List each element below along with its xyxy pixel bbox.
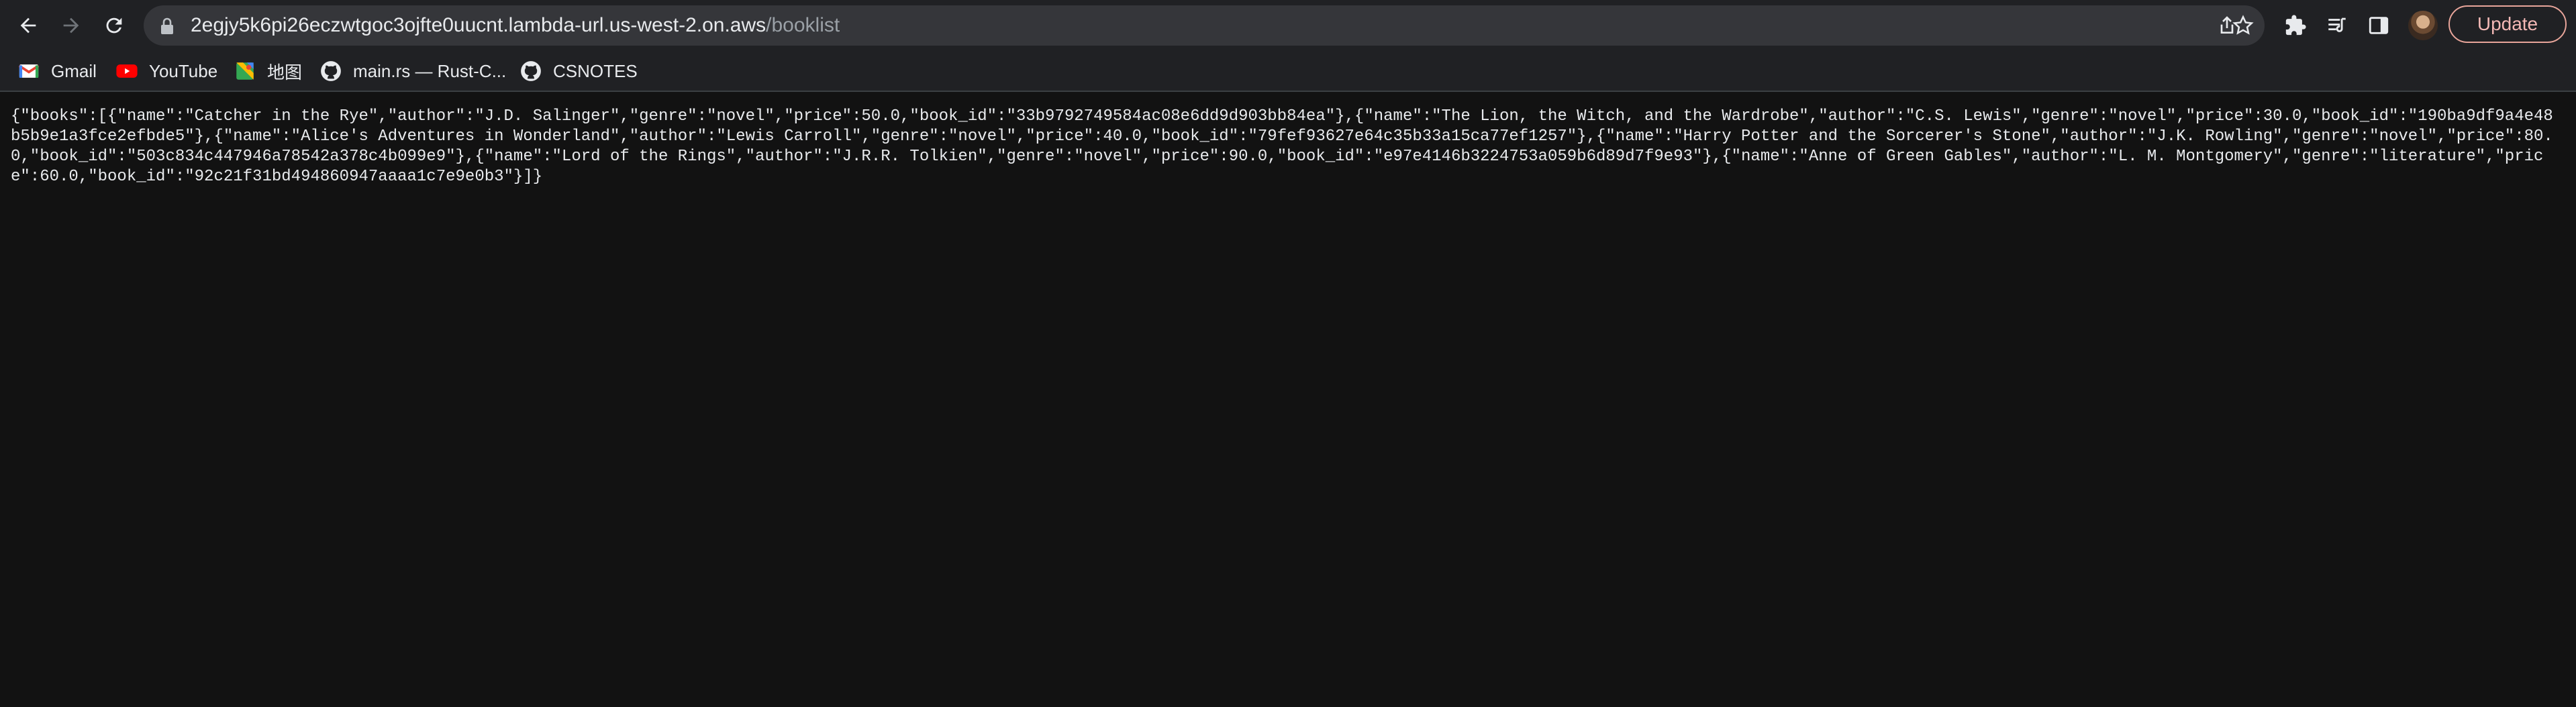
arrow-left-icon (20, 17, 36, 34)
update-button[interactable]: Update (2448, 5, 2567, 43)
bookmark-maps[interactable]: 地图 (234, 58, 302, 85)
bookmark-label: main.rs — Rust-C... (353, 60, 507, 81)
gmail-icon (17, 60, 40, 83)
reading-list-icon (2328, 17, 2346, 32)
bookmarks-bar: Gmail YouTube 地图 main.rs — Rust-C... CSN… (0, 51, 2576, 91)
youtube-icon (115, 60, 138, 83)
star-icon (2232, 15, 2254, 35)
bookmark-label: YouTube (149, 60, 218, 81)
bookmark-label: Gmail (51, 60, 97, 81)
puzzle-icon (2285, 15, 2306, 36)
maps-icon (234, 60, 256, 83)
github-icon (319, 60, 342, 83)
reload-button[interactable] (98, 9, 130, 42)
json-response-text: {"books":[{"name":"Catcher in the Rye","… (11, 107, 2553, 186)
reload-icon (106, 17, 122, 34)
back-button[interactable] (12, 9, 44, 42)
browser-chrome: 2egjy5k6pi26eczwtgoc3ojfte0uucnt.lambda-… (0, 0, 2576, 92)
arrow-right-icon (63, 17, 79, 34)
page-content: {"books":[{"name":"Catcher in the Rye","… (0, 93, 2576, 707)
url-text[interactable]: 2egjy5k6pi26eczwtgoc3ojfte0uucnt.lambda-… (191, 5, 840, 46)
address-bar[interactable]: 2egjy5k6pi26eczwtgoc3ojfte0uucnt.lambda-… (144, 5, 2265, 46)
reading-list-button[interactable] (2321, 9, 2353, 42)
side-panel-button[interactable] (2363, 9, 2395, 42)
bookmark-label: 地图 (267, 62, 303, 83)
github-icon (519, 60, 542, 83)
lock-icon (161, 17, 173, 34)
extensions-button[interactable] (2279, 9, 2312, 42)
bookmark-main-rs[interactable]: main.rs — Rust-C... (319, 58, 506, 85)
side-panel-icon (2369, 17, 2389, 34)
bookmark-gmail[interactable]: Gmail (17, 58, 97, 85)
bookmark-youtube[interactable]: YouTube (115, 58, 217, 85)
bookmark-csnotes[interactable]: CSNOTES (519, 58, 638, 85)
bookmark-star-button[interactable] (2227, 9, 2259, 42)
url-host: 2egjy5k6pi26eczwtgoc3ojfte0uucnt.lambda-… (191, 14, 766, 36)
profile-avatar[interactable] (2408, 11, 2438, 40)
browser-toolbar: 2egjy5k6pi26eczwtgoc3ojfte0uucnt.lambda-… (0, 0, 2576, 51)
bookmark-label: CSNOTES (553, 60, 638, 81)
url-path: /booklist (766, 14, 840, 36)
forward-button[interactable] (55, 9, 87, 42)
